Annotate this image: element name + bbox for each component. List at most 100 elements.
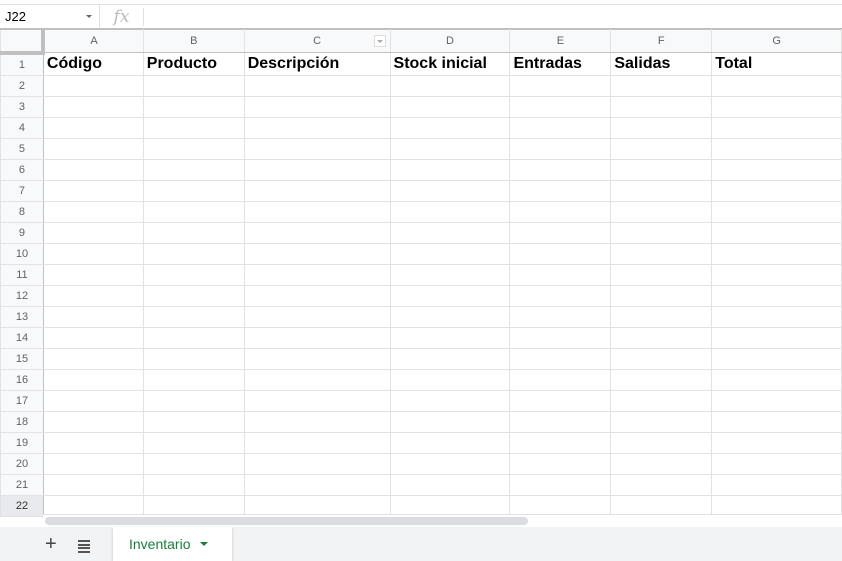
cell-e1[interactable]: Entradas <box>509 52 612 76</box>
cell-g14[interactable] <box>711 327 842 349</box>
cell-f13[interactable] <box>610 306 713 328</box>
row-header[interactable]: 10 <box>0 243 44 265</box>
cell-e9[interactable] <box>509 222 612 244</box>
cell-d9[interactable] <box>389 222 511 244</box>
cell-c19[interactable] <box>243 432 391 454</box>
row-header[interactable]: 21 <box>0 474 44 496</box>
row-header[interactable]: 5 <box>0 138 44 160</box>
scrollbar-thumb[interactable] <box>45 517 528 525</box>
cell-g16[interactable] <box>711 369 842 391</box>
cell-f16[interactable] <box>610 369 713 391</box>
cell-g6[interactable] <box>711 159 842 181</box>
cell-a11[interactable] <box>42 264 144 286</box>
cell-c20[interactable] <box>243 453 391 475</box>
row-header[interactable]: 17 <box>0 390 44 412</box>
cell-b2[interactable] <box>142 75 245 97</box>
cell-c16[interactable] <box>243 369 391 391</box>
cell-d20[interactable] <box>389 453 511 475</box>
cell-g11[interactable] <box>711 264 842 286</box>
cell-d4[interactable] <box>389 117 511 139</box>
filter-dropdown-icon[interactable] <box>373 35 386 47</box>
cell-d13[interactable] <box>389 306 511 328</box>
cell-b15[interactable] <box>142 348 245 370</box>
cell-e20[interactable] <box>509 453 612 475</box>
cell-a5[interactable] <box>42 138 144 160</box>
cell-a17[interactable] <box>42 390 144 412</box>
sheet-tab-inventario[interactable]: Inventario <box>113 527 232 561</box>
row-header[interactable]: 15 <box>0 348 44 370</box>
cell-b10[interactable] <box>142 243 245 265</box>
column-header-a[interactable]: A <box>42 29 144 53</box>
cell-e17[interactable] <box>509 390 612 412</box>
cell-g8[interactable] <box>711 201 842 223</box>
cell-a15[interactable] <box>42 348 144 370</box>
cell-a14[interactable] <box>42 327 144 349</box>
column-header-g[interactable]: G <box>711 29 842 53</box>
cell-f1[interactable]: Salidas <box>610 52 713 76</box>
cell-c17[interactable] <box>243 390 391 412</box>
cell-b1[interactable]: Producto <box>142 52 245 76</box>
add-sheet-icon[interactable]: + <box>45 533 57 556</box>
cell-c9[interactable] <box>243 222 391 244</box>
row-header[interactable]: 18 <box>0 411 44 433</box>
cell-c11[interactable] <box>243 264 391 286</box>
cell-c5[interactable] <box>243 138 391 160</box>
cell-e16[interactable] <box>509 369 612 391</box>
cell-e10[interactable] <box>509 243 612 265</box>
cell-a9[interactable] <box>42 222 144 244</box>
cell-e13[interactable] <box>509 306 612 328</box>
cell-c15[interactable] <box>243 348 391 370</box>
cell-e8[interactable] <box>509 201 612 223</box>
cell-g1[interactable]: Total <box>711 52 842 76</box>
cell-d17[interactable] <box>389 390 511 412</box>
cell-f20[interactable] <box>610 453 713 475</box>
row-header[interactable]: 19 <box>0 432 44 454</box>
cell-b14[interactable] <box>142 327 245 349</box>
cell-g7[interactable] <box>711 180 842 202</box>
cell-d10[interactable] <box>389 243 511 265</box>
row-header[interactable]: 13 <box>0 306 44 328</box>
row-header[interactable]: 20 <box>0 453 44 475</box>
cell-f11[interactable] <box>610 264 713 286</box>
cell-a4[interactable] <box>42 117 144 139</box>
cell-a3[interactable] <box>42 96 144 118</box>
cell-d6[interactable] <box>389 159 511 181</box>
cell-d16[interactable] <box>389 369 511 391</box>
cell-b13[interactable] <box>142 306 245 328</box>
cell-f4[interactable] <box>610 117 713 139</box>
row-header[interactable]: 22 <box>0 495 44 517</box>
cell-c10[interactable] <box>243 243 391 265</box>
cell-e18[interactable] <box>509 411 612 433</box>
cell-e6[interactable] <box>509 159 612 181</box>
cell-a21[interactable] <box>42 474 144 496</box>
cell-f3[interactable] <box>610 96 713 118</box>
row-header[interactable]: 9 <box>0 222 44 244</box>
cell-c4[interactable] <box>243 117 391 139</box>
column-header-f[interactable]: F <box>610 29 713 53</box>
cell-g5[interactable] <box>711 138 842 160</box>
cell-a19[interactable] <box>42 432 144 454</box>
cell-c21[interactable] <box>243 474 391 496</box>
cell-f18[interactable] <box>610 411 713 433</box>
column-header-d[interactable]: D <box>389 29 511 53</box>
cell-e5[interactable] <box>509 138 612 160</box>
caret-down-icon[interactable] <box>200 542 209 546</box>
row-header[interactable]: 4 <box>0 117 44 139</box>
cell-b9[interactable] <box>142 222 245 244</box>
cell-c12[interactable] <box>243 285 391 307</box>
cell-d15[interactable] <box>389 348 511 370</box>
cell-d18[interactable] <box>389 411 511 433</box>
cell-b19[interactable] <box>142 432 245 454</box>
column-header-b[interactable]: B <box>142 29 245 53</box>
cell-b3[interactable] <box>142 96 245 118</box>
cell-g20[interactable] <box>711 453 842 475</box>
cell-e14[interactable] <box>509 327 612 349</box>
cell-a1[interactable]: Código <box>42 52 144 76</box>
cell-d5[interactable] <box>389 138 511 160</box>
cell-c7[interactable] <box>243 180 391 202</box>
cell-e21[interactable] <box>509 474 612 496</box>
name-box[interactable]: J22 <box>0 5 100 28</box>
column-header-e[interactable]: E <box>509 29 612 53</box>
row-header[interactable]: 7 <box>0 180 44 202</box>
cell-f17[interactable] <box>610 390 713 412</box>
